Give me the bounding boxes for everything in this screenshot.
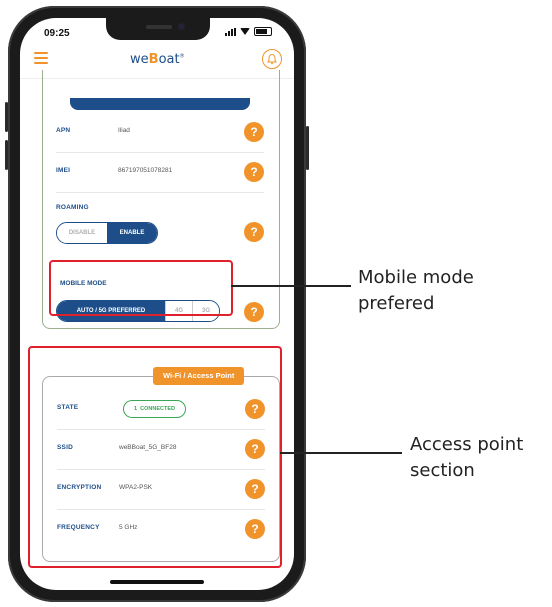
status-icons bbox=[225, 27, 272, 36]
roaming-label: ROAMING bbox=[56, 204, 89, 211]
logo-accent: B bbox=[148, 52, 159, 67]
access-point-callout-line bbox=[280, 452, 402, 454]
apn-row: APN Iliad ? bbox=[56, 112, 264, 153]
logo-mark: ® bbox=[179, 53, 185, 60]
mobile-mode-help-button[interactable]: ? bbox=[244, 302, 264, 322]
mobile-mode-highlight bbox=[49, 260, 233, 316]
menu-icon[interactable] bbox=[34, 52, 48, 64]
roaming-disable-option[interactable]: DISABLE bbox=[57, 223, 107, 243]
mobile-mode-callout: Mobile mode prefered bbox=[358, 265, 474, 317]
access-point-callout: Access point section bbox=[410, 432, 523, 484]
front-camera bbox=[178, 23, 185, 30]
volume-up-button bbox=[5, 102, 8, 132]
cellular-card-header bbox=[70, 98, 250, 110]
signal-icon bbox=[225, 27, 236, 36]
roaming-help-button[interactable]: ? bbox=[244, 222, 264, 242]
imei-help-button[interactable]: ? bbox=[244, 162, 264, 182]
mobile-mode-callout-line1: Mobile mode bbox=[358, 267, 474, 288]
battery-icon bbox=[254, 27, 272, 36]
home-indicator[interactable] bbox=[110, 580, 204, 584]
notch bbox=[106, 18, 210, 40]
wifi-icon bbox=[240, 28, 250, 35]
power-button bbox=[306, 126, 309, 170]
mobile-mode-callout-line2: prefered bbox=[358, 293, 435, 314]
access-point-callout-line2: section bbox=[410, 460, 475, 481]
webboat-logo: weBoat® bbox=[130, 52, 185, 67]
logo-prefix: we bbox=[130, 52, 149, 67]
apn-value: Iliad bbox=[118, 127, 130, 134]
mobile-mode-callout-line bbox=[231, 285, 351, 287]
apn-label: APN bbox=[56, 127, 71, 134]
access-point-callout-line1: Access point bbox=[410, 434, 524, 455]
access-point-highlight bbox=[28, 346, 282, 568]
bell-icon bbox=[267, 53, 277, 65]
imei-value: 867197051078281 bbox=[118, 167, 173, 174]
roaming-row: ROAMING DISABLE ENABLE ? bbox=[56, 192, 264, 254]
speaker-grille bbox=[146, 25, 172, 29]
volume-down-button bbox=[5, 140, 8, 170]
notifications-button[interactable] bbox=[262, 49, 282, 69]
status-time: 09:25 bbox=[44, 28, 70, 39]
apn-help-button[interactable]: ? bbox=[244, 122, 264, 142]
imei-label: IMEI bbox=[56, 167, 71, 174]
roaming-toggle[interactable]: DISABLE ENABLE bbox=[56, 222, 158, 244]
logo-suffix: oat bbox=[158, 52, 180, 67]
imei-row: IMEI 867197051078281 ? bbox=[56, 152, 264, 193]
roaming-enable-option[interactable]: ENABLE bbox=[107, 223, 157, 243]
